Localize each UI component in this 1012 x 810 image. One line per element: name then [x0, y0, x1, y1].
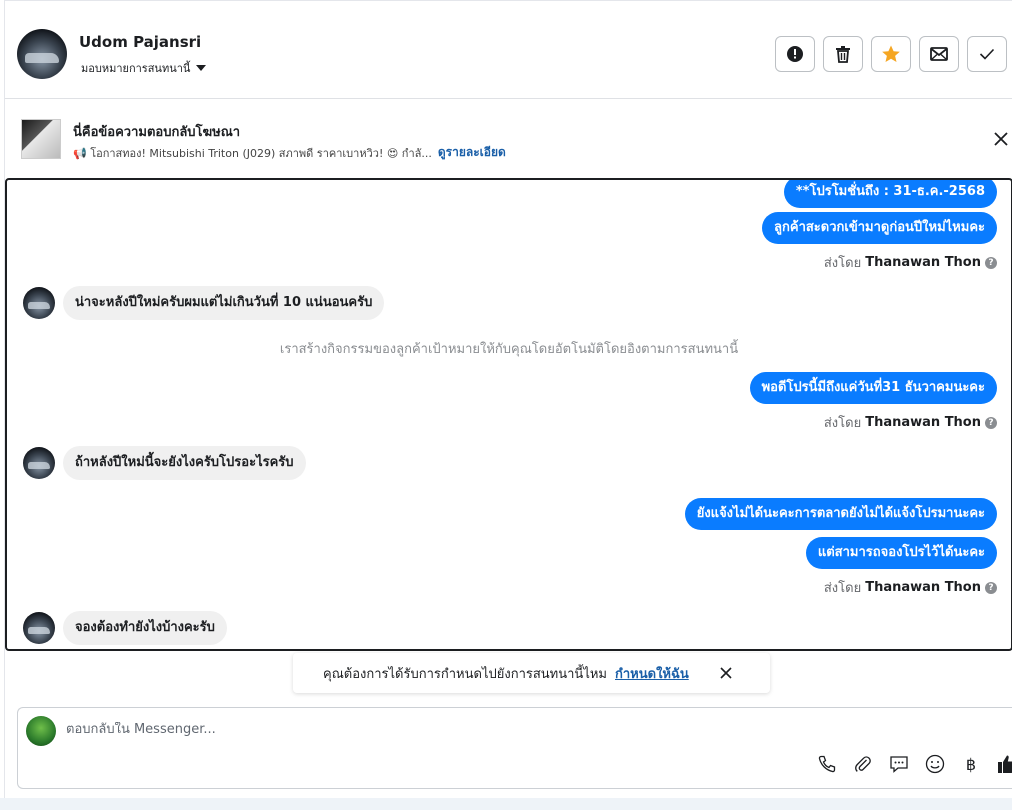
close-icon: [994, 132, 1008, 146]
ad-thumbnail[interactable]: [21, 119, 61, 159]
contact-avatar-small[interactable]: [23, 447, 55, 479]
help-icon[interactable]: ?: [985, 256, 997, 269]
check-icon: [979, 48, 995, 60]
page-avatar: [26, 716, 56, 746]
sent-by-prefix: ส่งโดย: [823, 416, 862, 431]
reply-input[interactable]: [66, 722, 766, 737]
outgoing-message[interactable]: **โปรโมชั่นถึง : 31-ธ.ค.-2568: [783, 180, 997, 208]
paperclip-icon: [855, 756, 871, 772]
contact-name[interactable]: Udom Pajansri: [79, 33, 201, 51]
emoji-icon: [925, 754, 945, 774]
emoji-button[interactable]: [925, 754, 945, 774]
incoming-message[interactable]: น่าจะหลังปีใหม่ครับผมแต่ไม่เกินวันที่ 10…: [63, 286, 385, 320]
payment-button[interactable]: ฿: [961, 754, 981, 774]
sender-name: Thanawan Thon: [865, 255, 981, 270]
assign-conversation-dropdown[interactable]: มอบหมายการสนทนานี้: [81, 59, 207, 77]
thumbs-up-icon: [998, 755, 1012, 773]
caret-down-icon: [196, 65, 207, 71]
mark-unread-button[interactable]: [919, 36, 959, 72]
help-icon[interactable]: ?: [985, 581, 997, 594]
outgoing-message[interactable]: พอดีโปรนี้มีถึงแค่วันที่31 ธันวาคมนะคะ: [749, 372, 997, 404]
assign-label: มอบหมายการสนทนานี้: [81, 62, 191, 75]
sent-by-label: ส่งโดย Thanawan Thon ?: [824, 252, 997, 273]
incoming-message-row: น่าจะหลังปีใหม่ครับผมแต่ไม่เกินวันที่ 10…: [23, 286, 385, 320]
ad-snippet: 📢 โอกาสทอง! Mitsubishi Triton (J029) สภา…: [73, 146, 432, 160]
outgoing-message[interactable]: ลูกค้าสะดวกเข้ามาดูก่อนปีใหม่ไหมคะ: [762, 212, 997, 244]
phone-icon: [818, 755, 836, 773]
contact-avatar-small[interactable]: [23, 287, 55, 319]
close-ad-banner-button[interactable]: [991, 129, 1011, 149]
delete-button[interactable]: [823, 36, 863, 72]
sent-by-prefix: ส่งโดย: [823, 581, 862, 596]
sent-by-prefix: ส่งโดย: [823, 256, 862, 271]
conversation-header: Udom Pajansri มอบหมายการสนทนานี้: [5, 9, 1012, 99]
sender-name: Thanawan Thon: [865, 580, 981, 595]
header-actions: [775, 36, 1007, 72]
sent-by-label: ส่งโดย Thanawan Thon ?: [824, 412, 997, 433]
assign-to-me-link[interactable]: กำหนดให้ฉัน: [615, 663, 689, 684]
incoming-message[interactable]: จองต้องทำยังไงบ้างคะรับ: [63, 611, 227, 645]
ad-details-link[interactable]: ดูรายละเอียด: [438, 143, 506, 162]
ad-reply-snippet-row: 📢 โอกาสทอง! Mitsubishi Triton (J029) สภา…: [73, 143, 506, 162]
incoming-message-row: ถ้าหลังปีใหม่นี้จะยังไงครับโปรอะไรครับ: [23, 446, 306, 480]
saved-replies-button[interactable]: [889, 754, 909, 774]
alert-circle-icon: [787, 46, 803, 62]
assign-prompt-text: คุณต้องการได้รับการกำหนดไปยังการสนทนานี้…: [323, 666, 607, 682]
reply-composer: ฿: [17, 707, 1012, 789]
envelope-icon: [930, 47, 948, 61]
like-button[interactable]: [997, 754, 1012, 774]
message-thread[interactable]: **โปรโมชั่นถึง : 31-ธ.ค.-2568 ลูกค้าสะดว…: [5, 178, 1012, 651]
mark-done-button[interactable]: [967, 36, 1007, 72]
star-button[interactable]: [871, 36, 911, 72]
incoming-message-row: จองต้องทำยังไงบ้างคะรับ: [23, 611, 227, 645]
outgoing-message[interactable]: แต่สามารถจองโปรไว้ได้นะคะ: [805, 537, 997, 569]
composer-tools: ฿: [817, 754, 1012, 774]
attach-button[interactable]: [853, 754, 873, 774]
baht-icon: ฿: [965, 754, 977, 774]
system-notice: เราสร้างกิจกรรมของลูกค้าเป้าหมายให้กับคุ…: [279, 342, 739, 357]
incoming-message[interactable]: ถ้าหลังปีใหม่นี้จะยังไงครับโปรอะไรครับ: [63, 446, 306, 480]
trash-icon: [836, 46, 850, 63]
contact-avatar[interactable]: [17, 29, 67, 79]
outgoing-message[interactable]: ยังแจ้งไม่ได้นะคะการตลาดยังไม่ได้แจ้งโปร…: [684, 498, 997, 530]
sender-name: Thanawan Thon: [865, 415, 981, 430]
close-toast-button[interactable]: [716, 663, 736, 683]
call-button[interactable]: [817, 754, 837, 774]
spam-button[interactable]: [775, 36, 815, 72]
help-icon[interactable]: ?: [985, 416, 997, 429]
saved-reply-icon: [890, 756, 908, 773]
window-bottom-edge: [0, 798, 1012, 810]
conversation-pane: Udom Pajansri มอบหมายการสนทนานี้ นี่คือข…: [4, 0, 1012, 798]
ad-reply-title: นี่คือข้อความตอบกลับโฆษณา: [73, 125, 241, 140]
star-icon: [882, 45, 900, 62]
contact-avatar-small[interactable]: [23, 612, 55, 644]
ad-reply-banner: นี่คือข้อความตอบกลับโฆษณา 📢 โอกาสทอง! Mi…: [5, 99, 1012, 177]
assign-prompt-toast: คุณต้องการได้รับการกำหนดไปยังการสนทนานี้…: [293, 653, 770, 693]
sent-by-label: ส่งโดย Thanawan Thon ?: [824, 577, 997, 598]
close-icon: [720, 667, 732, 679]
